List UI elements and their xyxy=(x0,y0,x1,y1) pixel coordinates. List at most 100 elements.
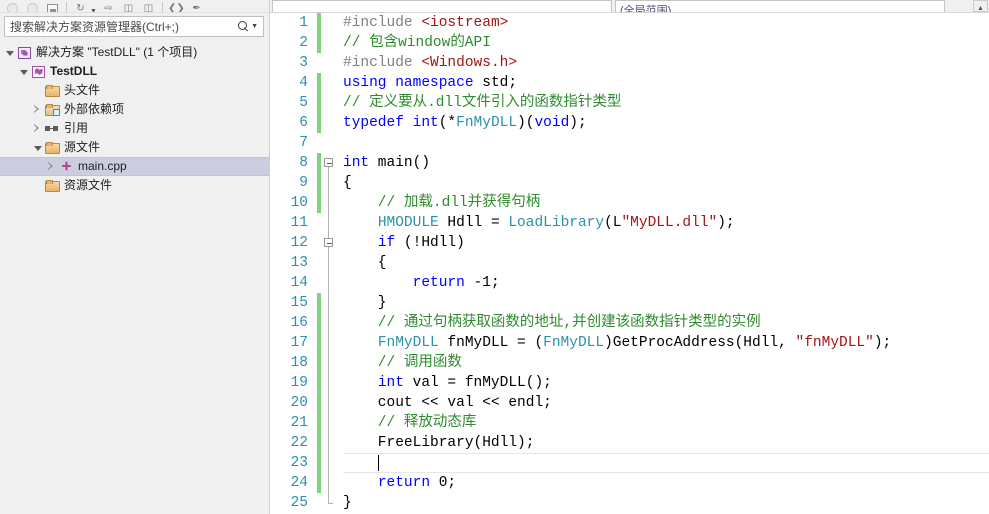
back-button[interactable] xyxy=(4,0,21,12)
expander-collapse-icon[interactable] xyxy=(17,69,30,75)
show-all-files-icon[interactable]: ◫ xyxy=(140,0,157,12)
code-line[interactable]: // 通过句柄获取函数的地址,并创建该函数指针类型的实例 xyxy=(343,313,989,333)
code-token-kw: using xyxy=(343,75,387,91)
line-number: 3 xyxy=(299,55,308,71)
tree-item-label: 引用 xyxy=(64,121,89,135)
tree-item-main-cpp[interactable]: ✛ main.cpp xyxy=(0,157,269,176)
code-line[interactable]: } xyxy=(343,493,989,513)
expander-collapse-icon[interactable] xyxy=(3,50,16,56)
member-dropdown[interactable]: (全局范围) xyxy=(615,0,945,12)
triangle-right-icon xyxy=(34,124,41,133)
expander-expand-icon[interactable] xyxy=(45,162,58,171)
solution-icon-glyph xyxy=(17,46,31,59)
tree-item-label: 解决方案 "TestDLL" (1 个项目) xyxy=(36,45,198,59)
tree-item-label: 外部依赖项 xyxy=(64,102,125,116)
search-row: ▼ xyxy=(0,13,269,40)
tree-item-node-0[interactable]: 解决方案 "TestDLL" (1 个项目) xyxy=(0,43,269,62)
code-token-type: HMODULE xyxy=(377,215,439,231)
properties-icon[interactable]: ◫ xyxy=(120,0,137,12)
expander-expand-icon[interactable] xyxy=(31,105,44,114)
code-line[interactable]: { xyxy=(343,253,989,273)
outlining-margin[interactable] xyxy=(321,13,337,514)
code-token-kw: int xyxy=(412,115,439,131)
search-icon[interactable] xyxy=(238,21,249,32)
code-line[interactable]: #include <iostream> xyxy=(343,13,989,33)
code-token-plain: val xyxy=(438,395,483,411)
code-line[interactable]: FreeLibrary(Hdll); xyxy=(343,433,989,453)
code-line[interactable]: // 包含window的API xyxy=(343,33,989,53)
code-line[interactable]: // 释放动态库 xyxy=(343,413,989,433)
code-text[interactable]: #include <iostream> // 包含window的API #inclu… xyxy=(337,13,989,514)
fold-toggle-line-12[interactable] xyxy=(324,238,333,247)
code-token-plain: ); xyxy=(717,215,735,231)
line-number: 5 xyxy=(299,95,308,111)
code-line[interactable]: return 0; xyxy=(343,473,989,493)
code-area[interactable]: 1 2 3 4 5 6 7 8 9 10 11 12 13 14 15 16 17 18 19 20 21 22 23 24 2… xyxy=(270,13,989,514)
line-number: 2 xyxy=(299,35,308,51)
tree-item-node-1[interactable]: TestDLL xyxy=(0,62,269,81)
scroll-up-button[interactable]: ▲ xyxy=(973,0,988,12)
sync-with-active-document-icon[interactable]: ⇨ xyxy=(100,0,117,12)
line-number: 22 xyxy=(290,435,308,451)
code-line[interactable]: if (!Hdll) xyxy=(343,233,989,253)
code-line[interactable]: // 定义要从.dll文件引入的函数指针类型 xyxy=(343,93,989,113)
code-token-kw: if xyxy=(377,235,396,251)
code-line[interactable]: int main() xyxy=(343,153,989,173)
code-token-plain: )GetProcAddress(Hdll, xyxy=(604,335,796,351)
code-editor-panel: (全局范围) ▲ 1 2 3 4 5 6 7 8 9 10 11 12 13 14 15 16 17 18 19 20… xyxy=(270,0,989,514)
code-line[interactable]: } xyxy=(343,293,989,313)
outlining-guide-line xyxy=(328,163,329,503)
code-line-current[interactable] xyxy=(343,453,989,473)
code-line[interactable]: int val = fnMyDLL(); xyxy=(343,373,989,393)
code-line[interactable]: using namespace std; xyxy=(343,73,989,93)
folder-icon-glyph xyxy=(45,180,60,192)
tree-item-node-7[interactable]: 资源文件 xyxy=(0,176,269,195)
folder-icon-glyph xyxy=(45,142,60,154)
line-number: 19 xyxy=(290,375,308,391)
code-line[interactable]: cout << val << endl; xyxy=(343,393,989,413)
code-token-plain: (L xyxy=(604,215,622,231)
code-line[interactable] xyxy=(343,133,989,153)
code-token-plain: 0; xyxy=(430,475,457,491)
code-line[interactable]: typedef int(*FnMyDLL)(void); xyxy=(343,113,989,133)
search-icon-group[interactable]: ▼ xyxy=(238,21,260,32)
cpp-file-icon: ✛ xyxy=(58,161,74,173)
preview-selected-items-icon[interactable]: ✒ xyxy=(188,0,205,12)
pending-changes-icon[interactable]: ↻ xyxy=(72,0,89,12)
expander-expand-icon[interactable] xyxy=(31,124,44,133)
search-input[interactable] xyxy=(10,19,239,34)
tree-item-node-2[interactable]: 头文件 xyxy=(0,81,269,100)
code-line[interactable]: // 调用函数 xyxy=(343,353,989,373)
line-number: 20 xyxy=(290,395,308,411)
solution-tree[interactable]: 解决方案 "TestDLL" (1 个项目) TestDLL 头文件外部依赖项引用源… xyxy=(0,40,269,514)
code-token-plain: ); xyxy=(569,115,587,131)
expander-collapse-icon[interactable] xyxy=(31,145,44,151)
code-line[interactable]: return -1; xyxy=(343,273,989,293)
forward-button[interactable] xyxy=(24,0,41,12)
chevron-down-icon[interactable]: ▼ xyxy=(251,23,258,30)
tree-item-node-5[interactable]: 源文件 xyxy=(0,138,269,157)
line-number: 7 xyxy=(299,135,308,151)
code-token-plain: fnMyDLL = ( xyxy=(438,335,544,351)
code-line[interactable]: FnMyDLL fnMyDLL = (FnMyDLL)GetProcAddres… xyxy=(343,333,989,353)
code-line[interactable]: HMODULE Hdll = LoadLibrary(L"MyDLL.dll")… xyxy=(343,213,989,233)
triangle-down-icon xyxy=(33,146,42,151)
collapse-all-icon[interactable]: ❮❯ xyxy=(168,0,185,12)
search-box[interactable]: ▼ xyxy=(4,16,264,37)
home-button[interactable] xyxy=(44,0,61,12)
code-token-plain: ); xyxy=(873,335,892,351)
code-line[interactable]: { xyxy=(343,173,989,193)
project-icon-glyph xyxy=(31,65,45,78)
scope-dropdown[interactable] xyxy=(272,0,612,12)
code-line[interactable]: #include <Windows.h> xyxy=(343,53,989,73)
code-token-type: LoadLibrary xyxy=(508,215,605,231)
project-icon xyxy=(30,65,46,78)
tree-item-node-3[interactable]: 外部依赖项 xyxy=(0,100,269,119)
line-number: 13 xyxy=(290,255,308,271)
tree-item-node-4[interactable]: 引用 xyxy=(0,119,269,138)
fold-toggle-line-8[interactable] xyxy=(324,158,333,167)
code-token-kw: int xyxy=(343,155,370,171)
code-line[interactable]: // 加载.dll并获得句柄 xyxy=(343,193,989,213)
